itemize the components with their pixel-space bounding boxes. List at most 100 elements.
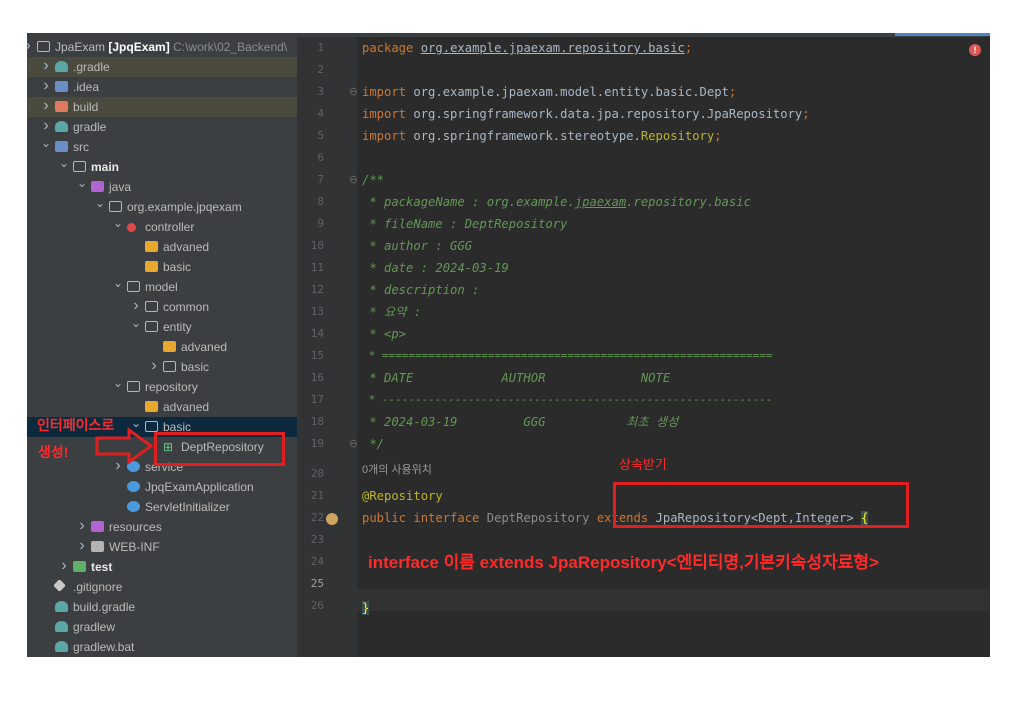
code-line-15: * ======================================… — [362, 349, 773, 362]
project-tree[interactable]: ›JpaExam [JpqExam] C:\work\02_Backend\›.… — [27, 37, 297, 657]
tree-item-label: controller — [145, 220, 195, 234]
chevron-right-icon[interactable]: › — [40, 76, 52, 96]
tree-item-label: main — [91, 160, 120, 174]
test-icon — [73, 561, 86, 572]
tree-item[interactable]: › .gradle — [27, 57, 297, 77]
gear-icon — [127, 223, 136, 232]
tree-item[interactable]: › WEB-INF — [27, 537, 297, 557]
tree-item[interactable]: › basic — [27, 357, 297, 377]
tree-item[interactable]: ⌄ org.example.jpqexam — [27, 196, 297, 217]
chevron-right-icon[interactable]: › — [40, 56, 52, 76]
tree-item[interactable]: ⌄ controller — [27, 216, 297, 237]
line-number: 18 — [310, 415, 324, 428]
chevron-right-icon[interactable]: › — [148, 356, 160, 376]
build-icon — [55, 101, 68, 112]
chevron-down-icon[interactable]: ⌄ — [76, 173, 88, 193]
grad-icon — [55, 601, 68, 612]
tree-item-label: resources — [109, 520, 162, 534]
error-indicator-icon[interactable]: ! — [969, 44, 981, 56]
tree-item[interactable]: › resources — [27, 517, 297, 537]
chevron-right-icon[interactable]: › — [27, 36, 34, 56]
tree-item[interactable]: advaned — [27, 397, 297, 417]
chevron-right-icon[interactable]: › — [58, 556, 70, 576]
code-line-17: * --------------------------------------… — [362, 393, 773, 406]
active-tab-indicator — [895, 33, 990, 36]
line-number: 17 — [310, 393, 324, 406]
code-line-7: /** — [362, 173, 385, 187]
editor-gutter: 1 2 3 4 5 6 7 8 9 10 11 12 13 14 15 16 17 18 19 20 21 22 23 24 2… — [297, 37, 358, 657]
java-icon — [127, 481, 140, 492]
folder-icon — [145, 241, 158, 252]
tree-item[interactable]: › gradle — [27, 117, 297, 137]
tree-item[interactable]: ⌄ repository — [27, 376, 297, 397]
tree-item-label: .gradle — [73, 60, 110, 74]
git-icon — [53, 579, 66, 592]
code-line-8: * packageName : org.example.jpaexam.repo… — [362, 195, 751, 209]
chevron-down-icon[interactable]: ⌄ — [40, 133, 52, 153]
tree-item[interactable]: gradlew — [27, 617, 297, 637]
pkg-icon — [73, 161, 86, 172]
tree-item-label: build.gradle — [73, 600, 136, 614]
chevron-down-icon[interactable]: ⌄ — [112, 373, 124, 393]
tree-item[interactable]: JpqExamApplication — [27, 477, 297, 497]
tree-item[interactable]: ⌄ java — [27, 176, 297, 197]
tree-item-label: .idea — [73, 80, 100, 94]
line-number: 1 — [317, 41, 324, 54]
chevron-down-icon[interactable]: ⌄ — [94, 193, 106, 213]
chevron-down-icon[interactable]: ⌄ — [58, 153, 70, 173]
chevron-right-icon[interactable]: › — [76, 536, 88, 556]
line-number: 22 — [310, 511, 324, 524]
tree-item[interactable]: ⌄ model — [27, 276, 297, 297]
tree-item[interactable]: advaned — [27, 237, 297, 257]
code-line-10: * author : GGG — [362, 239, 473, 253]
code-line-12: * description : — [362, 283, 480, 297]
folder-icon — [163, 341, 176, 352]
code-line-20: @Repository — [362, 489, 443, 503]
src-icon — [55, 141, 68, 152]
tree-item[interactable]: ⌄ main — [27, 156, 297, 177]
line-number: 25 — [310, 577, 324, 590]
line-number: 19 — [310, 437, 324, 450]
tree-item-label: gradlew — [73, 620, 116, 634]
code-line-14: * <p> — [362, 327, 407, 341]
code-line-1: package org.example.jpaexam.repository.b… — [362, 41, 693, 55]
usage-hint[interactable]: 0개의 사용위치 — [362, 461, 432, 477]
tree-item[interactable]: advaned — [27, 337, 297, 357]
tree-item-label: gradle — [73, 120, 107, 134]
tree-item-label: entity — [163, 320, 192, 334]
tree-item[interactable]: .gitignore — [27, 577, 297, 597]
implemented-icon[interactable] — [326, 513, 338, 525]
annotation-create-note: 생성! — [38, 444, 69, 460]
line-number: 15 — [310, 349, 324, 362]
code-line-5: import org.springframework.stereotype.Re… — [362, 129, 722, 143]
line-number: 24 — [310, 555, 324, 568]
tree-item-label: JpqExamApplication — [145, 480, 254, 494]
tree-item[interactable]: › test — [27, 557, 297, 577]
grad-icon — [55, 621, 68, 632]
tree-item[interactable]: › build — [27, 97, 297, 117]
annotation-inherit-note: 상속받기 — [619, 457, 667, 472]
code-line-13: * 요약 : — [362, 305, 422, 319]
tree-item[interactable]: basic — [27, 257, 297, 277]
tree-item[interactable]: › JpaExam [JpqExam] C:\work\02_Backend\ — [27, 37, 297, 57]
chevron-right-icon[interactable]: › — [40, 96, 52, 116]
pkg-icon — [127, 281, 140, 292]
tree-item[interactable]: ⌄ entity — [27, 316, 297, 337]
line-number: 9 — [317, 217, 324, 230]
tree-item-label: org.example.jpqexam — [127, 200, 242, 214]
tree-item[interactable]: › .idea — [27, 77, 297, 97]
tree-item[interactable]: ServletInitializer — [27, 497, 297, 517]
line-number: 4 — [317, 107, 324, 120]
line-number: 13 — [310, 305, 324, 318]
line-number: 10 — [310, 239, 324, 252]
line-number: 14 — [310, 327, 324, 340]
tree-item[interactable]: build.gradle — [27, 597, 297, 617]
tree-item-label: ServletInitializer — [145, 500, 230, 514]
tree-item-label: WEB-INF — [109, 540, 160, 554]
tree-item[interactable]: gradlew.bat — [27, 637, 297, 657]
chevron-down-icon[interactable]: ⌄ — [112, 273, 124, 293]
chevron-down-icon[interactable]: ⌄ — [130, 313, 142, 333]
chevron-right-icon[interactable]: › — [76, 516, 88, 536]
tree-item[interactable]: › common — [27, 297, 297, 317]
chevron-down-icon[interactable]: ⌄ — [112, 213, 124, 233]
